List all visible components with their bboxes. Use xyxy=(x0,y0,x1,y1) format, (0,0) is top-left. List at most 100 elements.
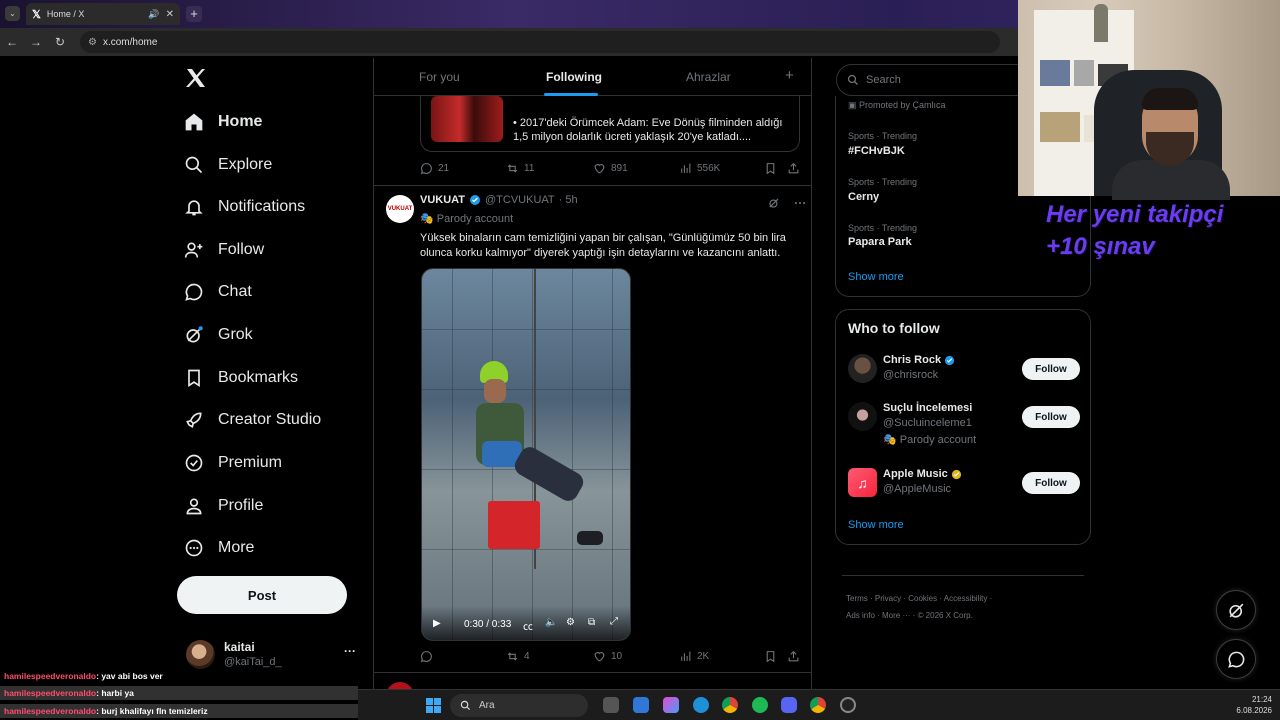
chrome-icon[interactable] xyxy=(722,697,738,713)
add-tab-icon[interactable]: + xyxy=(785,67,794,84)
avatar xyxy=(848,354,877,383)
account-menu-icon[interactable]: ··· xyxy=(344,644,356,658)
tweet-time[interactable]: · 5h xyxy=(559,194,578,206)
url-field[interactable]: ⚙ x.com/home xyxy=(80,31,1000,53)
back-icon[interactable]: ← xyxy=(0,35,24,49)
video-player[interactable]: ▶ 0:30 / 0:33 ㏄ 🔈 ⚙ ⧉ ⤢ xyxy=(421,268,631,641)
quoted-card[interactable]: • 2017'deki Örümcek Adam: Eve Dönüş film… xyxy=(420,96,800,152)
nav-label: Home xyxy=(218,113,263,130)
more-circle-icon xyxy=(185,539,203,557)
post-button[interactable]: Post xyxy=(177,576,347,614)
tab-search-button[interactable]: ⌄ xyxy=(5,6,20,21)
repost-button[interactable]: 11 xyxy=(506,162,534,175)
taskbar-search[interactable]: Ara xyxy=(450,694,588,717)
nav-premium[interactable]: Premium xyxy=(184,444,282,482)
new-tab-button[interactable]: + xyxy=(186,6,202,22)
reply-button[interactable]: 21 xyxy=(420,162,449,175)
speaker-icon[interactable]: 🔊 xyxy=(148,9,159,20)
reload-icon[interactable]: ↻ xyxy=(48,35,72,49)
clock-time: 21:24 xyxy=(1251,695,1272,704)
quote-text: • 2017'deki Örümcek Adam: Eve Dönüş film… xyxy=(513,117,783,143)
grok-fab[interactable] xyxy=(1216,590,1256,630)
like-button[interactable]: 10 xyxy=(593,650,622,663)
tab-following[interactable]: Following xyxy=(546,70,602,84)
share-button[interactable] xyxy=(787,650,800,663)
nav-notifications[interactable]: Notifications xyxy=(184,188,305,226)
footer-links-1[interactable]: Terms · Privacy · Cookies · Accessibilit… xyxy=(846,590,1086,607)
nav-follow[interactable]: Follow xyxy=(184,231,264,269)
nav-label: Premium xyxy=(218,454,283,471)
window-mullion xyxy=(572,269,573,640)
tweet-author-handle[interactable]: @TCVUKUAT xyxy=(485,194,555,206)
bookmark-button[interactable] xyxy=(764,650,777,663)
spotify-icon[interactable] xyxy=(752,697,768,713)
suggestion-handle: @Sucluinceleme1 xyxy=(883,417,972,429)
x-logo-icon[interactable] xyxy=(184,66,208,95)
repost-button[interactable]: 4 xyxy=(506,650,530,663)
captions-icon[interactable]: ㏄ xyxy=(523,618,533,633)
task-view-icon[interactable] xyxy=(603,697,619,713)
chat-text: : yav abi bos ver xyxy=(96,671,163,681)
worker-boot xyxy=(577,531,603,545)
discord-icon[interactable] xyxy=(781,697,797,713)
trend-name[interactable]: Papara Park xyxy=(848,236,912,248)
settings-icon[interactable]: ⚙ xyxy=(566,617,575,628)
pip-icon[interactable]: ⧉ xyxy=(588,617,595,628)
nav-bookmarks[interactable]: Bookmarks xyxy=(184,359,298,397)
copilot-icon[interactable] xyxy=(663,697,679,713)
chrome-icon[interactable] xyxy=(810,697,826,713)
views-button[interactable]: 2K xyxy=(679,650,709,663)
show-more-link[interactable]: Show more xyxy=(848,271,904,283)
reply-button[interactable] xyxy=(420,650,438,663)
forward-icon[interactable]: → xyxy=(24,35,48,49)
edge-icon[interactable] xyxy=(693,697,709,713)
follow-button[interactable]: Follow xyxy=(1022,406,1080,428)
trend-name[interactable]: Cerny xyxy=(848,191,879,203)
nav-home[interactable]: Home xyxy=(184,103,262,141)
windows-start-icon[interactable] xyxy=(426,698,441,713)
nav-creator-studio[interactable]: Creator Studio xyxy=(184,401,321,439)
obs-icon[interactable] xyxy=(840,697,856,713)
nav-explore[interactable]: Explore xyxy=(184,146,272,184)
follow-suggestion[interactable]: ♫ Apple Music @AppleMusic Follow xyxy=(848,464,1082,504)
views-button[interactable]: 556K xyxy=(679,162,720,175)
post-actions: 21 11 891 556K xyxy=(420,162,802,180)
tab-for-you[interactable]: For you xyxy=(419,70,460,84)
play-icon[interactable]: ▶ xyxy=(433,618,441,629)
tweet-text: Yüksek binaların cam temizliğini yapan b… xyxy=(420,232,786,259)
divider xyxy=(374,672,811,673)
follow-button[interactable]: Follow xyxy=(1022,358,1080,380)
site-info-icon[interactable]: ⚙ xyxy=(88,37,97,48)
suggestion-name: Suçlu İncelemesi xyxy=(883,402,972,414)
show-more-link[interactable]: Show more xyxy=(848,519,904,531)
follow-suggestion[interactable]: Chris Rock @chrisrock Follow xyxy=(848,350,1082,390)
nav-more[interactable]: More xyxy=(184,529,254,567)
outlook-icon[interactable] xyxy=(633,697,649,713)
share-button[interactable] xyxy=(787,162,800,175)
account-switcher[interactable]: kaitai @kaiTai_d_ ··· xyxy=(186,640,366,674)
volume-icon[interactable]: 🔈 xyxy=(545,617,557,628)
worker-legs xyxy=(511,443,587,505)
search-icon xyxy=(460,700,471,711)
fullscreen-icon[interactable]: ⤢ xyxy=(610,616,618,627)
window-transom xyxy=(422,389,630,390)
trend-name[interactable]: #FCHvBJK xyxy=(848,145,905,157)
messages-fab[interactable] xyxy=(1216,639,1256,679)
footer-links-2[interactable]: Ads info · More ··· · © 2026 X Corp. xyxy=(846,607,1086,624)
more-icon[interactable] xyxy=(793,196,807,210)
browser-tab[interactable]: 𝕏 Home / X 🔊 ✕ xyxy=(26,3,180,25)
like-button[interactable]: 891 xyxy=(593,162,628,175)
nav-profile[interactable]: Profile xyxy=(184,487,263,525)
who-to-follow-title: Who to follow xyxy=(848,320,940,336)
grok-icon[interactable] xyxy=(767,196,781,210)
tweet-avatar[interactable]: VUKUAT xyxy=(386,195,414,223)
tab-ahrazlar[interactable]: Ahrazlar xyxy=(686,70,731,84)
nav-grok[interactable]: Grok xyxy=(184,316,253,354)
tab-close-icon[interactable]: ✕ xyxy=(166,9,174,20)
bookmark-button[interactable] xyxy=(764,162,777,175)
follow-suggestion[interactable]: Suçlu İncelemesi @Sucluinceleme1 🎭 Parod… xyxy=(848,398,1082,446)
tweet-author-name[interactable]: VUKUAT xyxy=(420,194,465,206)
nav-chat[interactable]: Chat xyxy=(184,273,252,311)
system-clock[interactable]: 21:24 6.08.2026 xyxy=(1220,694,1272,716)
follow-button[interactable]: Follow xyxy=(1022,472,1080,494)
